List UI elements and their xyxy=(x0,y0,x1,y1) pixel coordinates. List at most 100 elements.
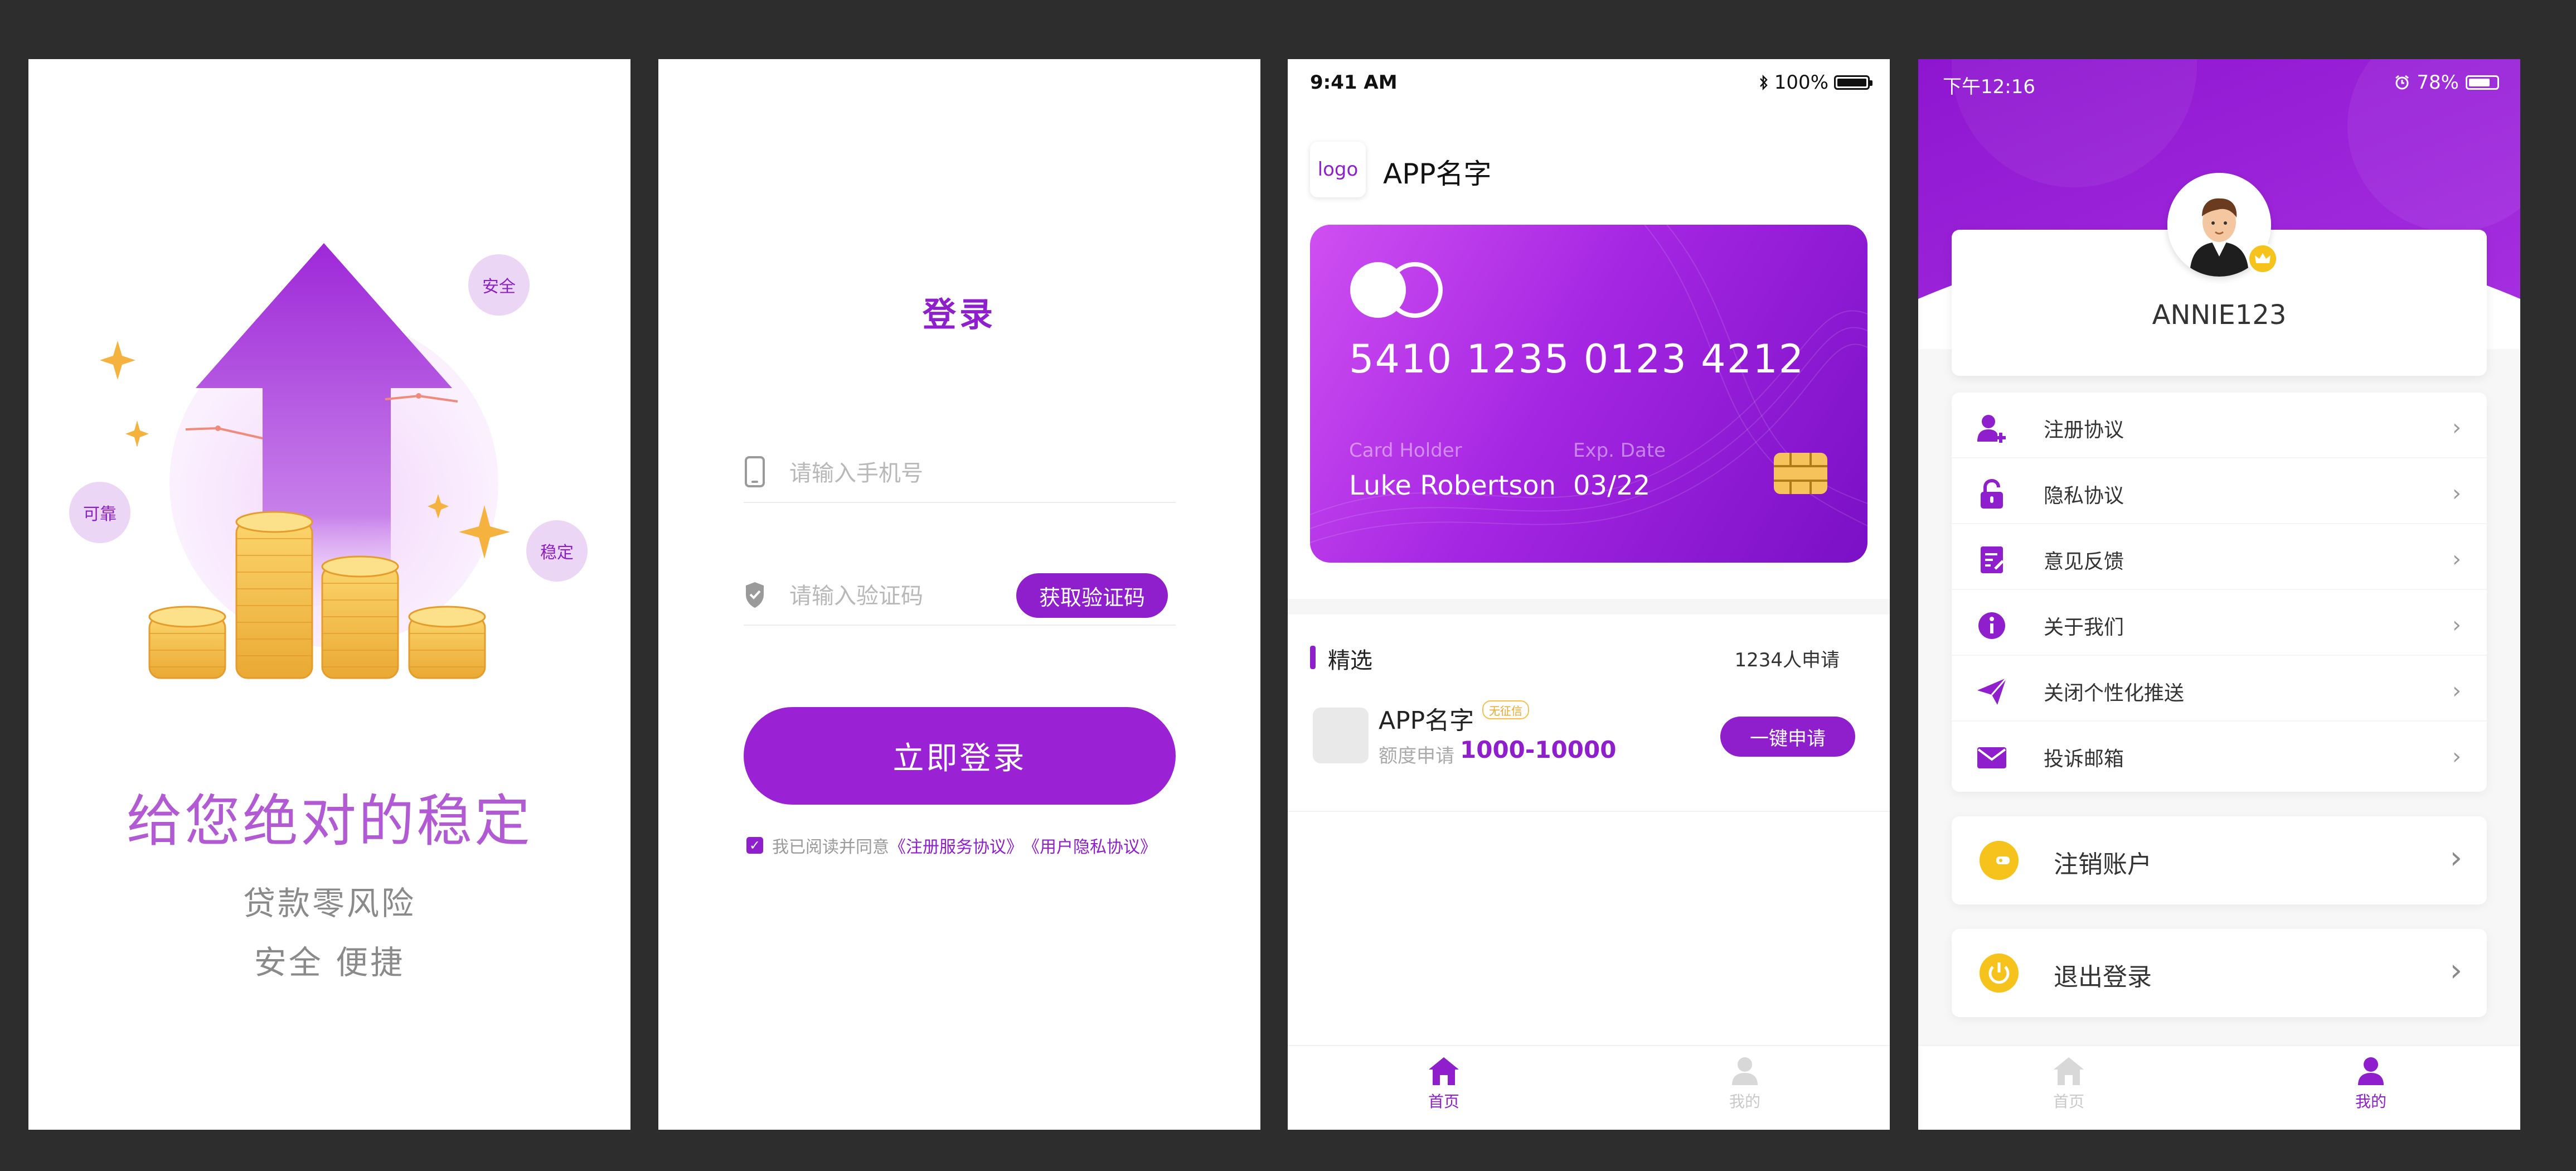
tab-mine[interactable]: 我的 xyxy=(2315,1056,2427,1112)
home-icon xyxy=(1429,1057,1459,1085)
chevron-right-icon: › xyxy=(2452,546,2461,572)
user-add-icon xyxy=(1977,415,2006,443)
tab-home[interactable]: 首页 xyxy=(1388,1056,1500,1112)
menu-item-register-agreement[interactable]: 注册协议 › xyxy=(1952,393,2487,458)
battery-icon xyxy=(2466,75,2499,90)
crown-badge-icon xyxy=(2247,243,2278,274)
bank-card[interactable]: 5410 1235 0123 4212 Card Holder Exp. Dat… xyxy=(1310,225,1867,563)
card-number: 5410 1235 0123 4212 xyxy=(1349,336,1805,382)
tab-bar: 首页 我的 xyxy=(1288,1045,1890,1130)
tab-mine[interactable]: 我的 xyxy=(1689,1056,1801,1112)
menu-item-privacy-agreement[interactable]: 隐私协议 › xyxy=(1952,458,2487,524)
settings-menu: 注册协议 › 隐私协议 › 意见反馈 › 关于我们 › 关闭个性化推送 › 投诉… xyxy=(1952,393,2487,792)
register-agreement-link[interactable]: 《注册服务协议》 xyxy=(889,833,1023,858)
code-field[interactable]: 请输入验证码 获取验证码 xyxy=(744,563,1176,626)
chevron-right-icon: › xyxy=(2449,840,2462,876)
mail-icon xyxy=(1977,747,2006,768)
shield-icon xyxy=(746,582,764,608)
phone-input[interactable]: 请输入手机号 xyxy=(789,455,923,487)
code-input[interactable]: 请输入验证码 xyxy=(789,578,923,610)
splash-screen: 安全 可靠 稳定 给您绝对的稳定 贷款零风险 安全 便捷 xyxy=(28,59,630,1130)
login-screen: 登录 请输入手机号 请输入验证码 获取验证码 立即登录 ✓ 我已阅读并同意 《注… xyxy=(658,59,1260,1130)
login-button[interactable]: 立即登录 xyxy=(744,707,1176,805)
battery-icon xyxy=(1834,75,1872,90)
menu-item-feedback[interactable]: 意见反馈 › xyxy=(1952,524,2487,590)
section-divider xyxy=(1288,599,1890,614)
chevron-right-icon: › xyxy=(2452,678,2461,704)
battery-fill xyxy=(1837,79,1866,86)
menu-item-about-us[interactable]: 关于我们 › xyxy=(1952,590,2487,656)
status-bar: 下午12:16 78% xyxy=(1918,59,2520,107)
app-logo: logo xyxy=(1310,142,1366,197)
battery-fill xyxy=(2469,79,2490,86)
menu-label: 投诉邮箱 xyxy=(2044,748,2124,771)
list-divider xyxy=(1288,811,1890,812)
home-icon xyxy=(2054,1057,2084,1085)
page-title: 登录 xyxy=(923,296,996,335)
product-icon xyxy=(1313,708,1369,763)
user-icon xyxy=(2358,1057,2384,1085)
card-holder-label: Card Holder xyxy=(1349,439,1462,462)
badge-stable: 稳定 xyxy=(526,520,588,582)
chevron-right-icon: › xyxy=(2452,744,2461,770)
badge-reliable: 可靠 xyxy=(69,482,130,543)
menu-label: 隐私协议 xyxy=(2044,485,2124,507)
tab-mine-label: 我的 xyxy=(2355,1092,2386,1111)
phone-icon xyxy=(745,456,765,487)
splash-line-2: 安全 便捷 xyxy=(254,943,405,981)
one-click-apply-button[interactable]: 一键申请 xyxy=(1720,717,1855,757)
section-accent xyxy=(1310,646,1316,669)
power-icon xyxy=(1980,954,2019,993)
card-chip-icon xyxy=(1774,453,1827,494)
cancel-account-button[interactable]: 注销账户 › xyxy=(1952,816,2487,904)
chevron-right-icon: › xyxy=(2452,481,2461,506)
card-brand-icon xyxy=(1350,262,1443,318)
menu-label: 关闭个性化推送 xyxy=(2044,682,2185,705)
card-holder: Luke Robertson xyxy=(1349,470,1556,501)
splash-line-1: 贷款零风险 xyxy=(242,884,416,922)
menu-item-push-off[interactable]: 关闭个性化推送 › xyxy=(1952,656,2487,722)
card-exp: 03/22 xyxy=(1573,470,1651,501)
menu-label: 意见反馈 xyxy=(2044,550,2124,573)
battery-percent: 100% xyxy=(1774,71,1828,94)
privacy-agreement-link[interactable]: 《用户隐私协议》 xyxy=(1023,833,1157,858)
menu-label: 注册协议 xyxy=(2044,419,2124,442)
badge-safe: 安全 xyxy=(468,254,530,316)
tab-bar: 首页 我的 xyxy=(1918,1045,2520,1130)
finance-illustration xyxy=(100,243,510,679)
info-icon xyxy=(1978,612,2005,639)
tab-home[interactable]: 首页 xyxy=(2013,1056,2124,1112)
chevron-right-icon: › xyxy=(2452,612,2461,638)
status-bar: 9:41 AM 100% xyxy=(1288,59,1890,107)
user-icon xyxy=(1732,1057,1758,1085)
cancel-account-label: 注销账户 xyxy=(2054,850,2152,879)
app-name: APP名字 xyxy=(1383,158,1492,190)
username: ANNIE123 xyxy=(2152,299,2287,331)
apply-count: 1234人申请 xyxy=(1734,649,1840,671)
section-title: 精选 xyxy=(1328,648,1372,674)
chevron-right-icon: › xyxy=(2452,415,2461,441)
cancel-account-icon xyxy=(1980,841,2019,880)
agree-checkbox[interactable]: ✓ xyxy=(746,837,763,854)
menu-label: 关于我们 xyxy=(2044,616,2124,639)
logout-button[interactable]: 退出登录 › xyxy=(1952,929,2487,1017)
paper-plane-icon xyxy=(1977,678,2007,705)
status-time: 9:41 AM xyxy=(1310,71,1398,94)
logout-label: 退出登录 xyxy=(2054,963,2152,991)
splash-title: 给您绝对的稳定 xyxy=(127,788,532,854)
battery-percent: 78% xyxy=(2417,71,2459,94)
profile-screen: 下午12:16 78% ANNIE123 注册协议 › 隐私协议 › 意见反馈 … xyxy=(1918,59,2520,1130)
status-time: 下午12:16 xyxy=(1943,76,2035,98)
product-sub: 额度申请 xyxy=(1379,745,1454,767)
phone-field[interactable]: 请输入手机号 xyxy=(744,441,1176,503)
tab-home-label: 首页 xyxy=(1428,1092,1459,1111)
tab-home-label: 首页 xyxy=(2053,1092,2084,1111)
home-screen: 9:41 AM 100% logo APP名字 5410 1235 0123 4… xyxy=(1288,59,1890,1130)
menu-item-complaint-email[interactable]: 投诉邮箱 › xyxy=(1952,722,2487,787)
card-exp-label: Exp. Date xyxy=(1573,439,1666,462)
lock-icon xyxy=(1981,478,2003,509)
agree-text: 我已阅读并同意 xyxy=(772,838,889,857)
bluetooth-icon xyxy=(1759,74,1768,91)
product-name: APP名字 xyxy=(1379,707,1474,735)
get-code-button[interactable]: 获取验证码 xyxy=(1016,573,1168,618)
